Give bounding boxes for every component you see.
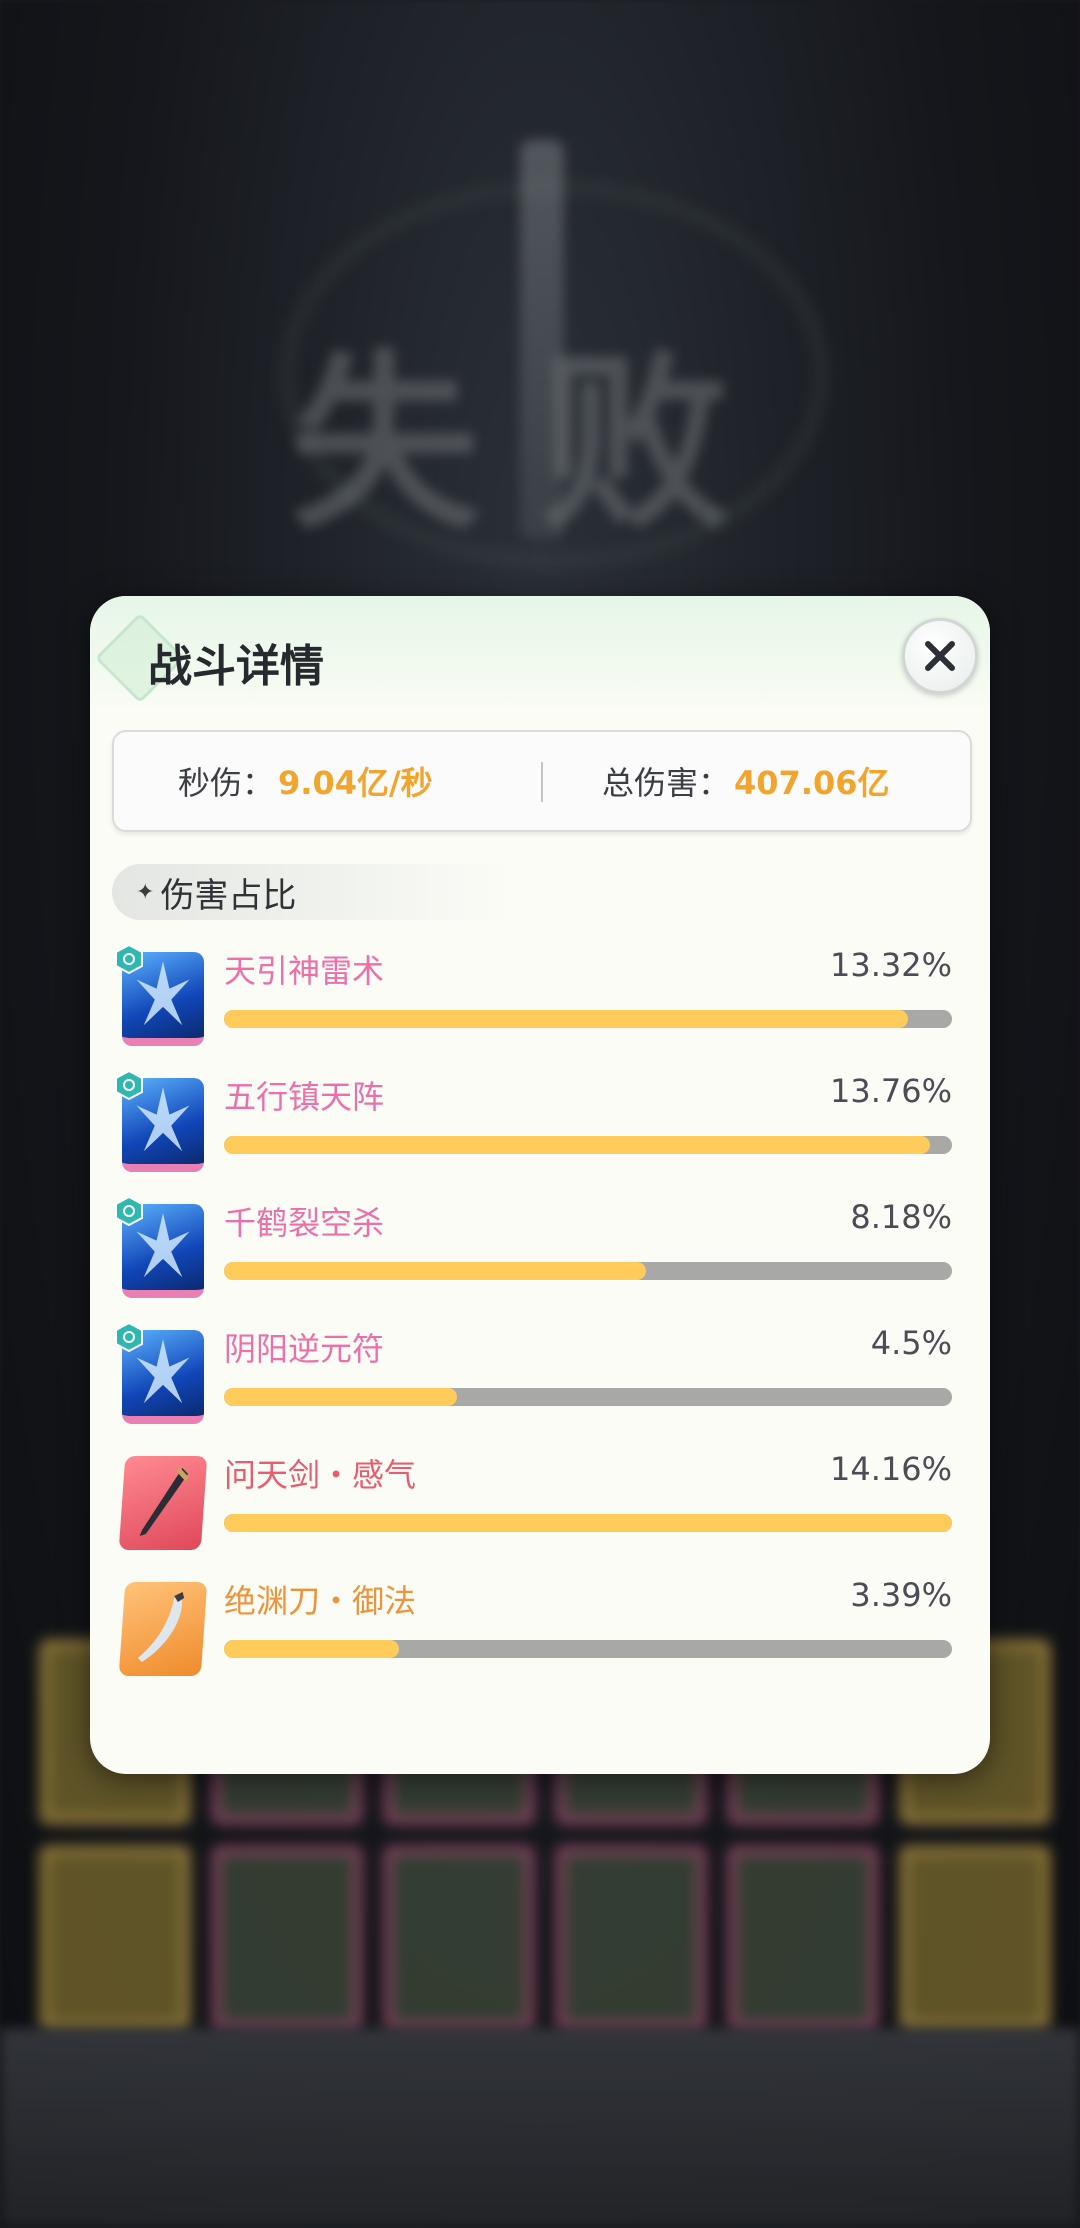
battle-details-panel: 战斗详情 秒伤： 9.04亿/秒 总伤害： 407.06亿 ✦ 伤害占比 天引神…: [90, 596, 990, 1774]
bg-item-tile: [212, 1846, 362, 2030]
sparkle-icon: ✦: [136, 879, 155, 905]
damage-share-section-header: ✦ 伤害占比: [112, 864, 512, 920]
sword-weapon-icon[interactable]: [118, 1456, 208, 1550]
element-badge-icon: [115, 944, 143, 974]
bg-item-tile: [556, 1846, 706, 2030]
close-button[interactable]: [902, 618, 978, 694]
damage-share-bar-fill: [224, 1388, 457, 1406]
damage-share-bar: [224, 1514, 952, 1532]
panel-title: 战斗详情: [148, 641, 324, 692]
defeat-title: 失败: [289, 334, 790, 555]
damage-row: 阴阳逆元符 4.5%: [115, 1322, 952, 1434]
element-badge-icon: [115, 1070, 143, 1100]
bg-item-tile: [900, 1846, 1050, 2030]
damage-share-bar: [224, 1640, 952, 1658]
damage-share-bar-fill: [224, 1136, 931, 1154]
damage-row: 问天剑・感气 14.16%: [118, 1450, 952, 1560]
dps-label: 秒伤：: [178, 764, 275, 802]
damage-percent: 4.5%: [870, 1324, 952, 1362]
damage-percent: 3.39%: [850, 1576, 952, 1614]
damage-row: 五行镇天阵 13.76%: [115, 1070, 952, 1182]
damage-share-bar-fill: [224, 1010, 909, 1028]
panel-header: 战斗详情: [90, 596, 990, 716]
damage-percent: 13.32%: [829, 946, 952, 984]
damage-source-name: 五行镇天阵: [224, 1078, 385, 1116]
damage-source-name: 天引神雷术: [224, 952, 385, 990]
element-badge-icon: [115, 1322, 143, 1352]
dps-value: 9.04亿/秒: [278, 764, 433, 802]
damage-source-name: 阴阳逆元符: [224, 1330, 385, 1368]
damage-share-bar: [224, 1388, 952, 1406]
damage-percent: 13.76%: [829, 1072, 952, 1110]
damage-share-bar-fill: [224, 1514, 952, 1532]
damage-source-name: 千鹤裂空杀: [224, 1204, 385, 1242]
damage-share-bar-fill: [224, 1262, 647, 1280]
stats-divider: [541, 762, 543, 802]
bg-item-tile: [40, 1846, 190, 2030]
damage-percent: 14.16%: [829, 1450, 952, 1488]
damage-row: 绝渊刀・御法 3.39%: [118, 1576, 952, 1686]
total-damage-stat: 总伤害： 407.06亿: [602, 732, 890, 830]
blade-weapon-icon[interactable]: [118, 1582, 208, 1676]
damage-share-bar-fill: [224, 1640, 399, 1658]
damage-share-bar: [224, 1136, 952, 1154]
section-label: 伤害占比: [160, 875, 297, 916]
damage-share-bar: [224, 1262, 952, 1280]
bg-item-tile: [728, 1846, 878, 2030]
damage-row: 千鹤裂空杀 8.18%: [115, 1196, 952, 1308]
total-damage-value: 407.06亿: [734, 764, 890, 802]
damage-row: 天引神雷术 13.32%: [115, 944, 952, 1056]
damage-share-bar: [224, 1010, 952, 1028]
dps-stat: 秒伤： 9.04亿/秒: [178, 732, 433, 830]
damage-stats-box: 秒伤： 9.04亿/秒 总伤害： 407.06亿: [112, 730, 972, 832]
damage-source-name: 问天剑・感气: [224, 1456, 417, 1494]
background-bottom-nav: [0, 2028, 1080, 2228]
total-damage-label: 总伤害：: [602, 764, 731, 802]
close-icon: [925, 641, 955, 671]
damage-percent: 8.18%: [850, 1198, 952, 1236]
damage-source-name: 绝渊刀・御法: [224, 1582, 417, 1620]
bg-item-tile: [384, 1846, 534, 2030]
damage-share-list[interactable]: 天引神雷术 13.32% 五行镇天阵 13.76% 千鹤裂空杀 8.18% 阴阳逆元符 4.5…: [90, 936, 990, 1726]
element-badge-icon: [115, 1196, 143, 1226]
